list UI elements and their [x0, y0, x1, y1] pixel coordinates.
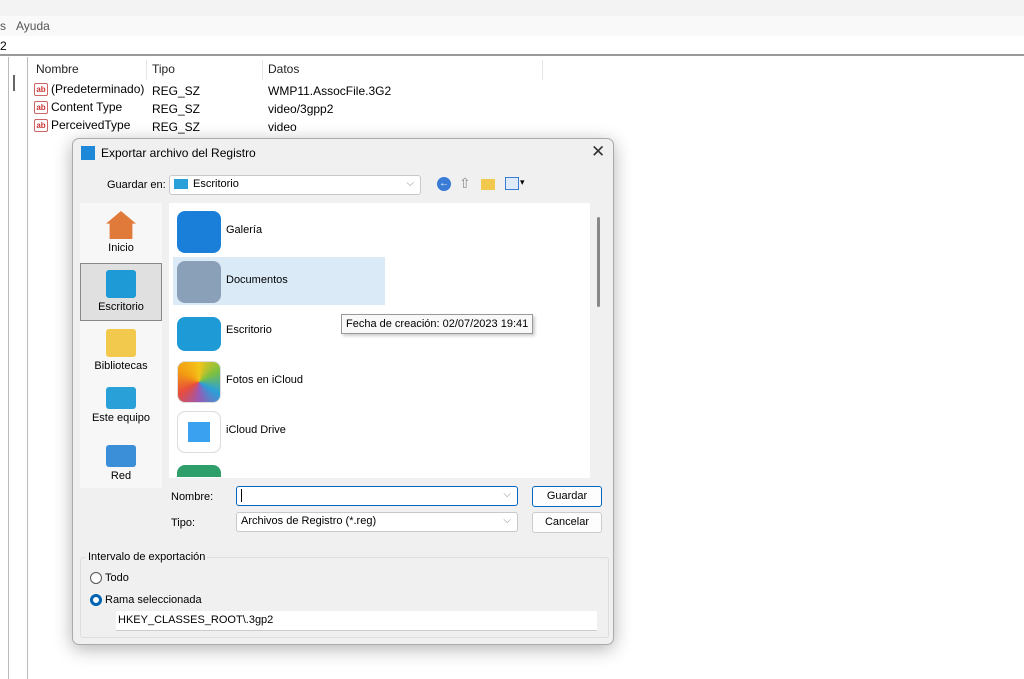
place-this-pc[interactable]: Este equipo — [80, 381, 162, 439]
value-type: REG_SZ — [152, 120, 201, 134]
file-name: Fotos en iCloud — [226, 374, 304, 386]
libraries-icon — [106, 329, 136, 357]
place-network[interactable]: Red — [80, 439, 162, 497]
file-name: iCloud Drive — [226, 424, 286, 436]
list-row[interactable]: ab Content Type — [34, 100, 122, 118]
file-list[interactable]: Galería Documentos Escritorio Fotos en i… — [169, 203, 600, 478]
file-item[interactable]: Fotos en iCloud — [173, 357, 385, 405]
menu-item-help[interactable]: Ayuda — [16, 19, 50, 33]
file-name: Galería — [226, 224, 263, 236]
file-name-input[interactable]: ⌵ — [236, 486, 518, 506]
tree-scroll-thumb[interactable] — [13, 75, 15, 91]
icloud-photos-icon — [177, 361, 221, 403]
title-bar — [0, 0, 1024, 16]
radio-all[interactable]: Todo — [90, 572, 129, 585]
icloud-drive-icon — [177, 411, 221, 453]
value-data: WMP11.AssocFile.3G2 — [268, 84, 392, 98]
documents-folder-icon — [177, 261, 221, 303]
place-label: Escritorio — [98, 301, 144, 313]
place-label: Este equipo — [91, 412, 151, 424]
value-name: PerceivedType — [51, 118, 131, 132]
save-in-value: Escritorio — [193, 178, 239, 190]
scrollbar-thumb[interactable] — [597, 217, 600, 307]
string-value-icon: ab — [34, 83, 48, 97]
caret-down-icon[interactable]: ▾ — [520, 177, 525, 188]
branch-input[interactable]: HKEY_CLASSES_ROOT\.3gp2 — [116, 611, 597, 631]
cancel-button[interactable]: Cancelar — [532, 512, 602, 533]
chevron-down-icon: ⌵ — [503, 515, 511, 526]
string-value-icon: ab — [34, 119, 48, 133]
back-icon[interactable]: ← — [437, 177, 451, 191]
list-row[interactable]: ab PerceivedType — [34, 118, 130, 136]
registry-icon — [81, 146, 95, 160]
menu-bar: s Ayuda — [0, 16, 1024, 36]
save-in-select[interactable]: Escritorio ⌵ — [169, 175, 421, 195]
menu-item-partial[interactable]: s — [0, 19, 6, 33]
save-button[interactable]: Guardar — [532, 486, 602, 507]
desktop-icon — [174, 179, 188, 190]
desktop-icon — [106, 270, 136, 298]
place-desktop[interactable]: Escritorio — [80, 263, 162, 321]
desktop-folder-icon — [177, 317, 221, 351]
tooltip: Fecha de creación: 02/07/2023 19:41 — [341, 314, 534, 334]
column-header-name[interactable]: Nombre — [36, 62, 79, 80]
file-item[interactable] — [173, 461, 385, 477]
value-type: REG_SZ — [152, 102, 201, 116]
folder-icon — [177, 465, 221, 477]
places-bar: Inicio Escritorio Bibliotecas Este equip… — [80, 203, 162, 488]
place-label: Red — [110, 470, 132, 482]
radio-label: Rama seleccionada — [105, 594, 202, 606]
value-data: video — [268, 120, 297, 134]
new-folder-icon[interactable] — [481, 179, 495, 190]
chevron-down-icon: ⌵ — [503, 489, 511, 500]
chevron-down-icon: ⌵ — [406, 178, 414, 189]
file-type-select[interactable]: Archivos de Registro (*.reg) ⌵ — [236, 512, 518, 532]
tree-pane[interactable] — [8, 57, 28, 679]
export-range-legend: Intervalo de exportación — [86, 551, 208, 563]
export-dialog: Exportar archivo del Registro ✕ Guardar … — [72, 138, 614, 645]
up-folder-icon[interactable]: ⇧ — [459, 175, 471, 192]
place-label: Bibliotecas — [94, 360, 148, 372]
computer-icon — [106, 387, 136, 409]
place-libraries[interactable]: Bibliotecas — [80, 323, 162, 381]
place-label: Inicio — [108, 242, 134, 254]
value-data: video/3gpp2 — [268, 102, 334, 116]
radio-icon — [90, 572, 102, 585]
value-name: Content Type — [51, 100, 123, 114]
file-item[interactable]: Documentos — [173, 257, 385, 305]
column-header-type[interactable]: Tipo — [152, 62, 175, 80]
string-value-icon: ab — [34, 101, 48, 115]
type-label: Tipo: — [171, 517, 196, 529]
list-row[interactable]: ab (Predeterminado) — [34, 82, 144, 100]
file-item[interactable]: Galería — [173, 207, 385, 255]
radio-label: Todo — [105, 572, 129, 584]
network-icon — [106, 445, 136, 467]
file-name: Documentos — [226, 274, 288, 286]
radio-checked-icon — [90, 594, 102, 607]
file-item[interactable]: iCloud Drive — [173, 407, 385, 455]
home-icon — [106, 211, 136, 239]
radio-selected-branch[interactable]: Rama seleccionada — [90, 594, 202, 607]
address-value: 2 — [0, 39, 7, 53]
value-name: (Predeterminado) — [51, 82, 145, 96]
address-bar[interactable]: 2 — [0, 36, 1024, 56]
value-type: REG_SZ — [152, 84, 201, 98]
place-home[interactable]: Inicio — [80, 205, 162, 263]
gallery-icon — [177, 211, 221, 253]
save-in-label: Guardar en: — [107, 179, 166, 191]
file-name: Escritorio — [226, 324, 272, 336]
name-label: Nombre: — [171, 491, 214, 503]
dialog-title: Exportar archivo del Registro — [101, 146, 256, 160]
close-icon[interactable]: ✕ — [591, 142, 605, 162]
view-menu-icon[interactable] — [505, 177, 519, 190]
file-type-value: Archivos de Registro (*.reg) — [241, 515, 377, 527]
column-header-data[interactable]: Datos — [268, 62, 299, 80]
